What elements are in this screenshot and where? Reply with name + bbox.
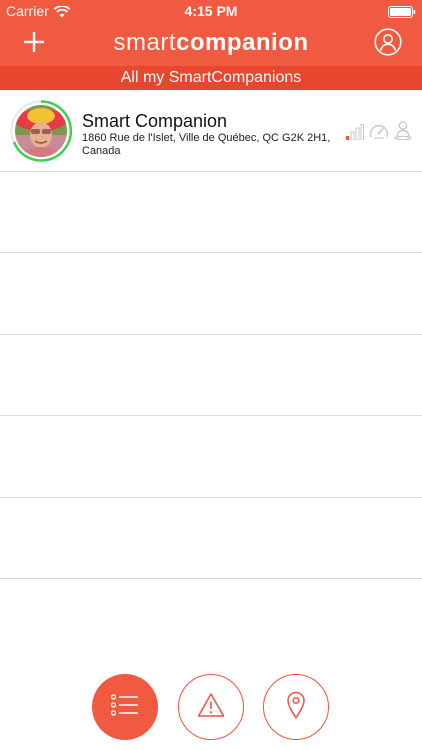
companion-list: Smart Companion 1860 Rue de l'Islet, Vil… bbox=[0, 90, 422, 661]
tab-alerts[interactable] bbox=[178, 674, 244, 740]
signal-bars-icon bbox=[346, 124, 364, 145]
companion-name: Smart Companion bbox=[82, 111, 228, 131]
empty-list-row bbox=[0, 498, 422, 579]
companion-address: 1860 Rue de l'Islet, Ville de Québec, QC… bbox=[82, 132, 331, 157]
list-item[interactable]: Smart Companion 1860 Rue de l'Islet, Vil… bbox=[0, 90, 422, 172]
list-icon bbox=[110, 693, 139, 721]
tab-map[interactable] bbox=[263, 674, 329, 740]
location-person-icon bbox=[394, 120, 412, 145]
empty-list-row bbox=[0, 335, 422, 416]
tab-list[interactable] bbox=[92, 674, 158, 740]
avatar-wrap bbox=[10, 100, 72, 162]
bottom-tab-bar bbox=[0, 660, 422, 750]
warning-icon bbox=[197, 692, 225, 723]
app-screen: Carrier 4:15 PM smartcompanion All my Sm… bbox=[0, 0, 422, 750]
battery-icon bbox=[388, 5, 416, 18]
status-bar: Carrier 4:15 PM bbox=[0, 0, 422, 22]
section-title-bar: All my SmartCompanions bbox=[0, 66, 422, 90]
empty-list-row bbox=[0, 579, 422, 661]
empty-list-row bbox=[0, 253, 422, 335]
nav-bar: smartcompanion bbox=[0, 22, 422, 66]
user-circle-icon bbox=[374, 27, 402, 61]
empty-list-row bbox=[0, 172, 422, 253]
status-time: 4:15 PM bbox=[184, 3, 238, 19]
brand-logo-bold: companion bbox=[175, 29, 309, 56]
map-pin-icon bbox=[286, 691, 306, 724]
section-title: All my SmartCompanions bbox=[120, 69, 302, 86]
brand-logo: smartcompanion bbox=[0, 29, 422, 57]
avatar bbox=[15, 105, 67, 157]
header: Carrier 4:15 PM smartcompanion bbox=[0, 0, 422, 66]
companion-status-icons bbox=[346, 120, 412, 145]
profile-button[interactable] bbox=[370, 26, 406, 62]
empty-list-row bbox=[0, 416, 422, 498]
speedometer-icon bbox=[369, 122, 389, 145]
brand-logo-light: smart bbox=[113, 29, 176, 56]
